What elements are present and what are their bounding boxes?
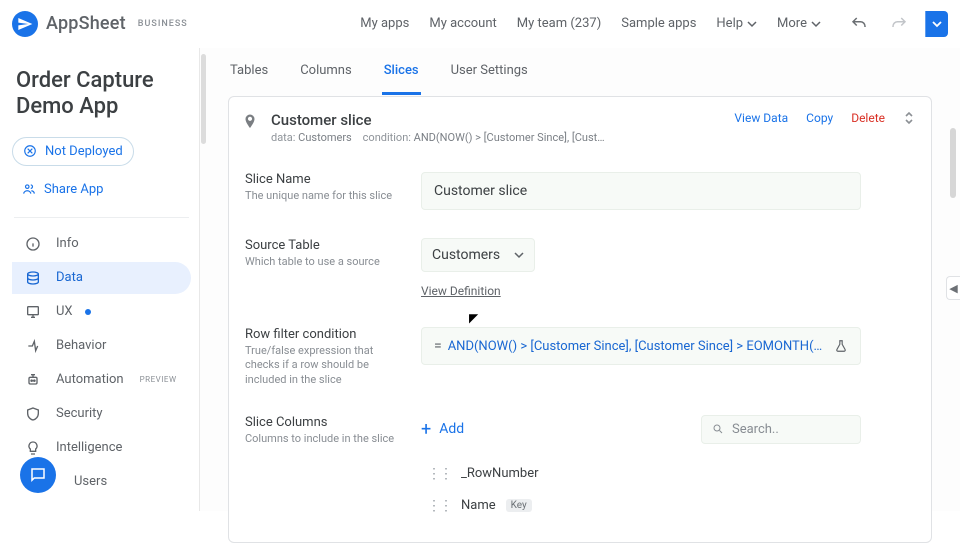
ux-icon	[24, 304, 42, 320]
nav-my-account[interactable]: My account	[429, 16, 496, 31]
main-scrollbar[interactable]	[200, 48, 208, 511]
sidenav-data[interactable]: Data	[12, 262, 191, 294]
nav-my-team[interactable]: My team (237)	[517, 16, 601, 31]
slice-name-label: Slice Name	[245, 172, 405, 187]
column-search-input[interactable]: Search..	[701, 415, 861, 444]
app-title: Order Capture Demo App	[16, 68, 187, 121]
row-filter-label: Row filter condition	[245, 327, 405, 342]
undo-button[interactable]	[845, 10, 873, 38]
drag-handle-icon[interactable]: ⋮⋮	[427, 498, 451, 514]
source-table-select[interactable]: Customers	[421, 238, 535, 272]
chevron-down-icon	[514, 250, 524, 260]
appsheet-logo	[12, 11, 38, 37]
slice-columns-label: Slice Columns	[245, 415, 405, 430]
row-filter-input[interactable]: = AND(NOW() > [Customer Since], [Custome…	[421, 327, 861, 365]
panel-scrollbar[interactable]	[950, 128, 956, 198]
delete-link[interactable]: Delete	[851, 111, 885, 125]
nav-more[interactable]: More	[777, 16, 821, 31]
slice-panel: Customer slice data: Customers condition…	[228, 96, 932, 543]
reorder-icon[interactable]	[903, 111, 915, 125]
panel-title: Customer slice	[271, 111, 722, 129]
panel-subtitle: data: Customers condition: AND(NOW() > […	[271, 131, 722, 144]
column-item[interactable]: ⋮⋮ _RowNumber	[421, 458, 861, 490]
tab-tables[interactable]: Tables	[228, 49, 270, 95]
sidenav-automation[interactable]: AutomationPREVIEW	[12, 364, 191, 396]
intelligence-icon	[24, 440, 42, 456]
nav-help[interactable]: Help	[716, 16, 757, 31]
slice-name-input[interactable]: Customer slice	[421, 172, 861, 210]
info-icon	[24, 236, 42, 252]
deploy-icon	[23, 144, 37, 158]
tab-columns[interactable]: Columns	[298, 49, 354, 95]
ux-dot-indicator	[85, 309, 91, 315]
chevron-down-icon	[932, 19, 942, 29]
flask-icon[interactable]	[834, 339, 848, 353]
sidenav-security[interactable]: Security	[12, 398, 191, 430]
view-data-link[interactable]: View Data	[734, 111, 788, 125]
add-column-button[interactable]: + Add	[421, 419, 464, 440]
tab-user-settings[interactable]: User Settings	[449, 49, 530, 95]
plus-icon: +	[421, 419, 431, 440]
brand-name: AppSheet	[46, 13, 126, 34]
not-deployed-pill[interactable]: Not Deployed	[12, 137, 134, 166]
chevron-down-icon	[811, 19, 821, 29]
pin-icon	[241, 111, 259, 131]
chevron-down-icon	[747, 19, 757, 29]
column-item[interactable]: ⋮⋮ Name Key	[421, 490, 861, 522]
tab-slices[interactable]: Slices	[382, 49, 421, 95]
data-icon	[24, 270, 42, 286]
redo-button	[885, 10, 913, 38]
automation-icon	[24, 372, 42, 388]
source-table-label: Source Table	[245, 238, 405, 253]
search-icon	[712, 423, 724, 435]
drag-handle-icon[interactable]: ⋮⋮	[427, 466, 451, 482]
save-dropdown[interactable]	[925, 11, 948, 37]
chat-icon	[29, 466, 47, 484]
behavior-icon	[24, 338, 42, 354]
brand-tier: BUSINESS	[138, 19, 188, 29]
view-definition-link[interactable]: View Definition	[421, 284, 501, 298]
nav-sample-apps[interactable]: Sample apps	[621, 16, 696, 31]
sidenav-behavior[interactable]: Behavior	[12, 330, 191, 362]
security-icon	[24, 406, 42, 422]
copy-link[interactable]: Copy	[806, 111, 833, 125]
key-badge: Key	[506, 499, 532, 512]
sidenav-ux[interactable]: UX	[12, 296, 191, 328]
share-icon	[22, 182, 36, 196]
side-expand-tab[interactable]: ◀	[946, 276, 960, 300]
chat-fab[interactable]	[20, 457, 56, 493]
nav-my-apps[interactable]: My apps	[360, 16, 409, 31]
sidenav-info[interactable]: Info	[12, 228, 191, 260]
save-button[interactable]: SAVE	[925, 11, 948, 37]
share-app-button[interactable]: Share App	[12, 176, 113, 203]
